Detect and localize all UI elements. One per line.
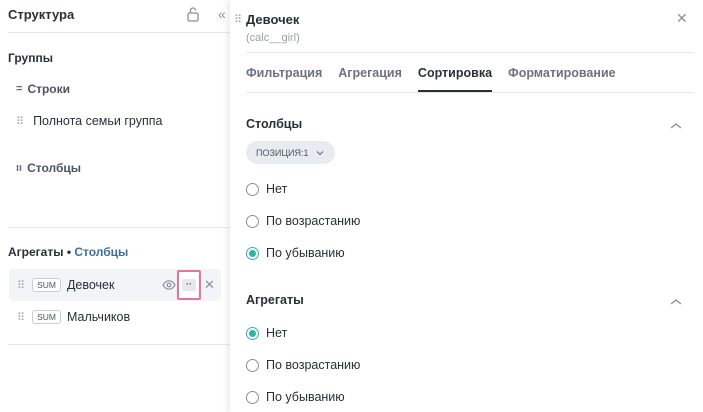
- chevron-up-icon[interactable]: [668, 296, 684, 308]
- tab-filtering[interactable]: Фильтрация: [246, 64, 322, 92]
- aggregates-separator: •: [66, 245, 72, 259]
- radio-label: По возрастанию: [266, 358, 361, 372]
- eye-icon[interactable]: [162, 279, 176, 291]
- columns-sort-title: Столбцы: [246, 117, 303, 131]
- more-icon: ··: [182, 279, 196, 291]
- radio-icon[interactable]: [246, 182, 259, 196]
- columns-icon: ıı: [16, 162, 23, 174]
- divider: [8, 344, 230, 345]
- lock-icon[interactable]: [186, 6, 200, 22]
- aggregates-label: Агрегаты: [8, 245, 64, 259]
- drag-handle-icon[interactable]: ⠿: [17, 279, 25, 292]
- tab-formatting[interactable]: Форматирование: [508, 64, 616, 92]
- collapse-left-icon[interactable]: «: [218, 6, 230, 22]
- row-field-label: Полнота семьи группа: [33, 114, 163, 128]
- aggregates-sort-title: Агрегаты: [246, 293, 304, 307]
- aggregates-sort-asc[interactable]: По возрастанию: [246, 358, 360, 372]
- row-field-item[interactable]: ⠿ Полнота семьи группа: [16, 114, 162, 128]
- radio-label: Нет: [266, 182, 288, 196]
- sum-badge: SUM: [32, 278, 61, 292]
- close-icon[interactable]: ✕: [676, 10, 688, 27]
- columns-sort-none[interactable]: Нет: [246, 182, 287, 196]
- aggregate-item-boys[interactable]: ⠿ SUM Мальчиков: [9, 301, 221, 333]
- structure-header: Структура «: [8, 0, 230, 33]
- radio-checked-icon[interactable]: [246, 246, 259, 260]
- rows-label: Строки: [27, 82, 71, 96]
- position-chip-label: ПОЗИЦИЯ:1: [256, 147, 309, 158]
- radio-label: По убыванию: [266, 246, 345, 260]
- radio-icon[interactable]: [246, 214, 259, 228]
- radio-label: По возрастанию: [266, 214, 361, 228]
- panel-subtitle: (calc__girl): [246, 32, 300, 44]
- remove-icon[interactable]: ✕: [204, 277, 215, 293]
- radio-checked-icon[interactable]: [246, 326, 259, 340]
- field-settings-panel: ⠿ Девочек (calc__girl) ✕ Фильтрация Агре…: [230, 0, 703, 412]
- drag-handle-icon[interactable]: ⠿: [16, 115, 24, 128]
- aggregates-header: Агрегаты • Столбцы: [8, 245, 128, 259]
- panel-title: Девочек: [246, 12, 300, 27]
- radio-label: По убыванию: [266, 390, 345, 404]
- aggregate-item-girls[interactable]: ⠿ SUM Девочек ·· ✕: [9, 269, 221, 301]
- structure-panel: Структура « Группы = Строки ⠿ Полнота се…: [0, 0, 230, 412]
- rows-section[interactable]: = Строки: [16, 82, 70, 96]
- columns-label: Столбцы: [27, 161, 82, 175]
- radio-icon[interactable]: [246, 390, 259, 404]
- radio-icon[interactable]: [246, 358, 259, 372]
- tab-aggregation[interactable]: Агрегация: [338, 64, 402, 92]
- divider: [246, 52, 694, 53]
- aggregate-name: Мальчиков: [66, 310, 131, 324]
- chevron-down-icon: [316, 150, 323, 155]
- radio-label: Нет: [266, 326, 288, 340]
- tabs: Фильтрация Агрегация Сортировка Форматир…: [246, 64, 694, 93]
- aggregate-name: Девочек: [66, 278, 115, 292]
- aggregates-sort-none[interactable]: Нет: [246, 326, 287, 340]
- sum-badge: SUM: [32, 310, 61, 324]
- rows-icon: =: [16, 83, 23, 95]
- drag-handle-icon[interactable]: ⠿: [234, 13, 242, 26]
- drag-handle-icon[interactable]: ⠿: [17, 311, 25, 324]
- aggregates-target[interactable]: Столбцы: [74, 245, 128, 259]
- columns-sort-desc[interactable]: По убыванию: [246, 246, 345, 260]
- chevron-up-icon[interactable]: [668, 120, 684, 132]
- position-chip[interactable]: ПОЗИЦИЯ:1: [246, 141, 335, 164]
- tab-sorting[interactable]: Сортировка: [417, 64, 493, 92]
- divider: [8, 227, 230, 228]
- aggregates-sort-desc[interactable]: По убыванию: [246, 390, 345, 404]
- columns-sort-asc[interactable]: По возрастанию: [246, 214, 360, 228]
- more-options-button[interactable]: ··: [177, 270, 201, 300]
- groups-label: Группы: [8, 51, 53, 65]
- structure-title: Структура: [8, 7, 75, 22]
- columns-section[interactable]: ıı Столбцы: [16, 161, 81, 175]
